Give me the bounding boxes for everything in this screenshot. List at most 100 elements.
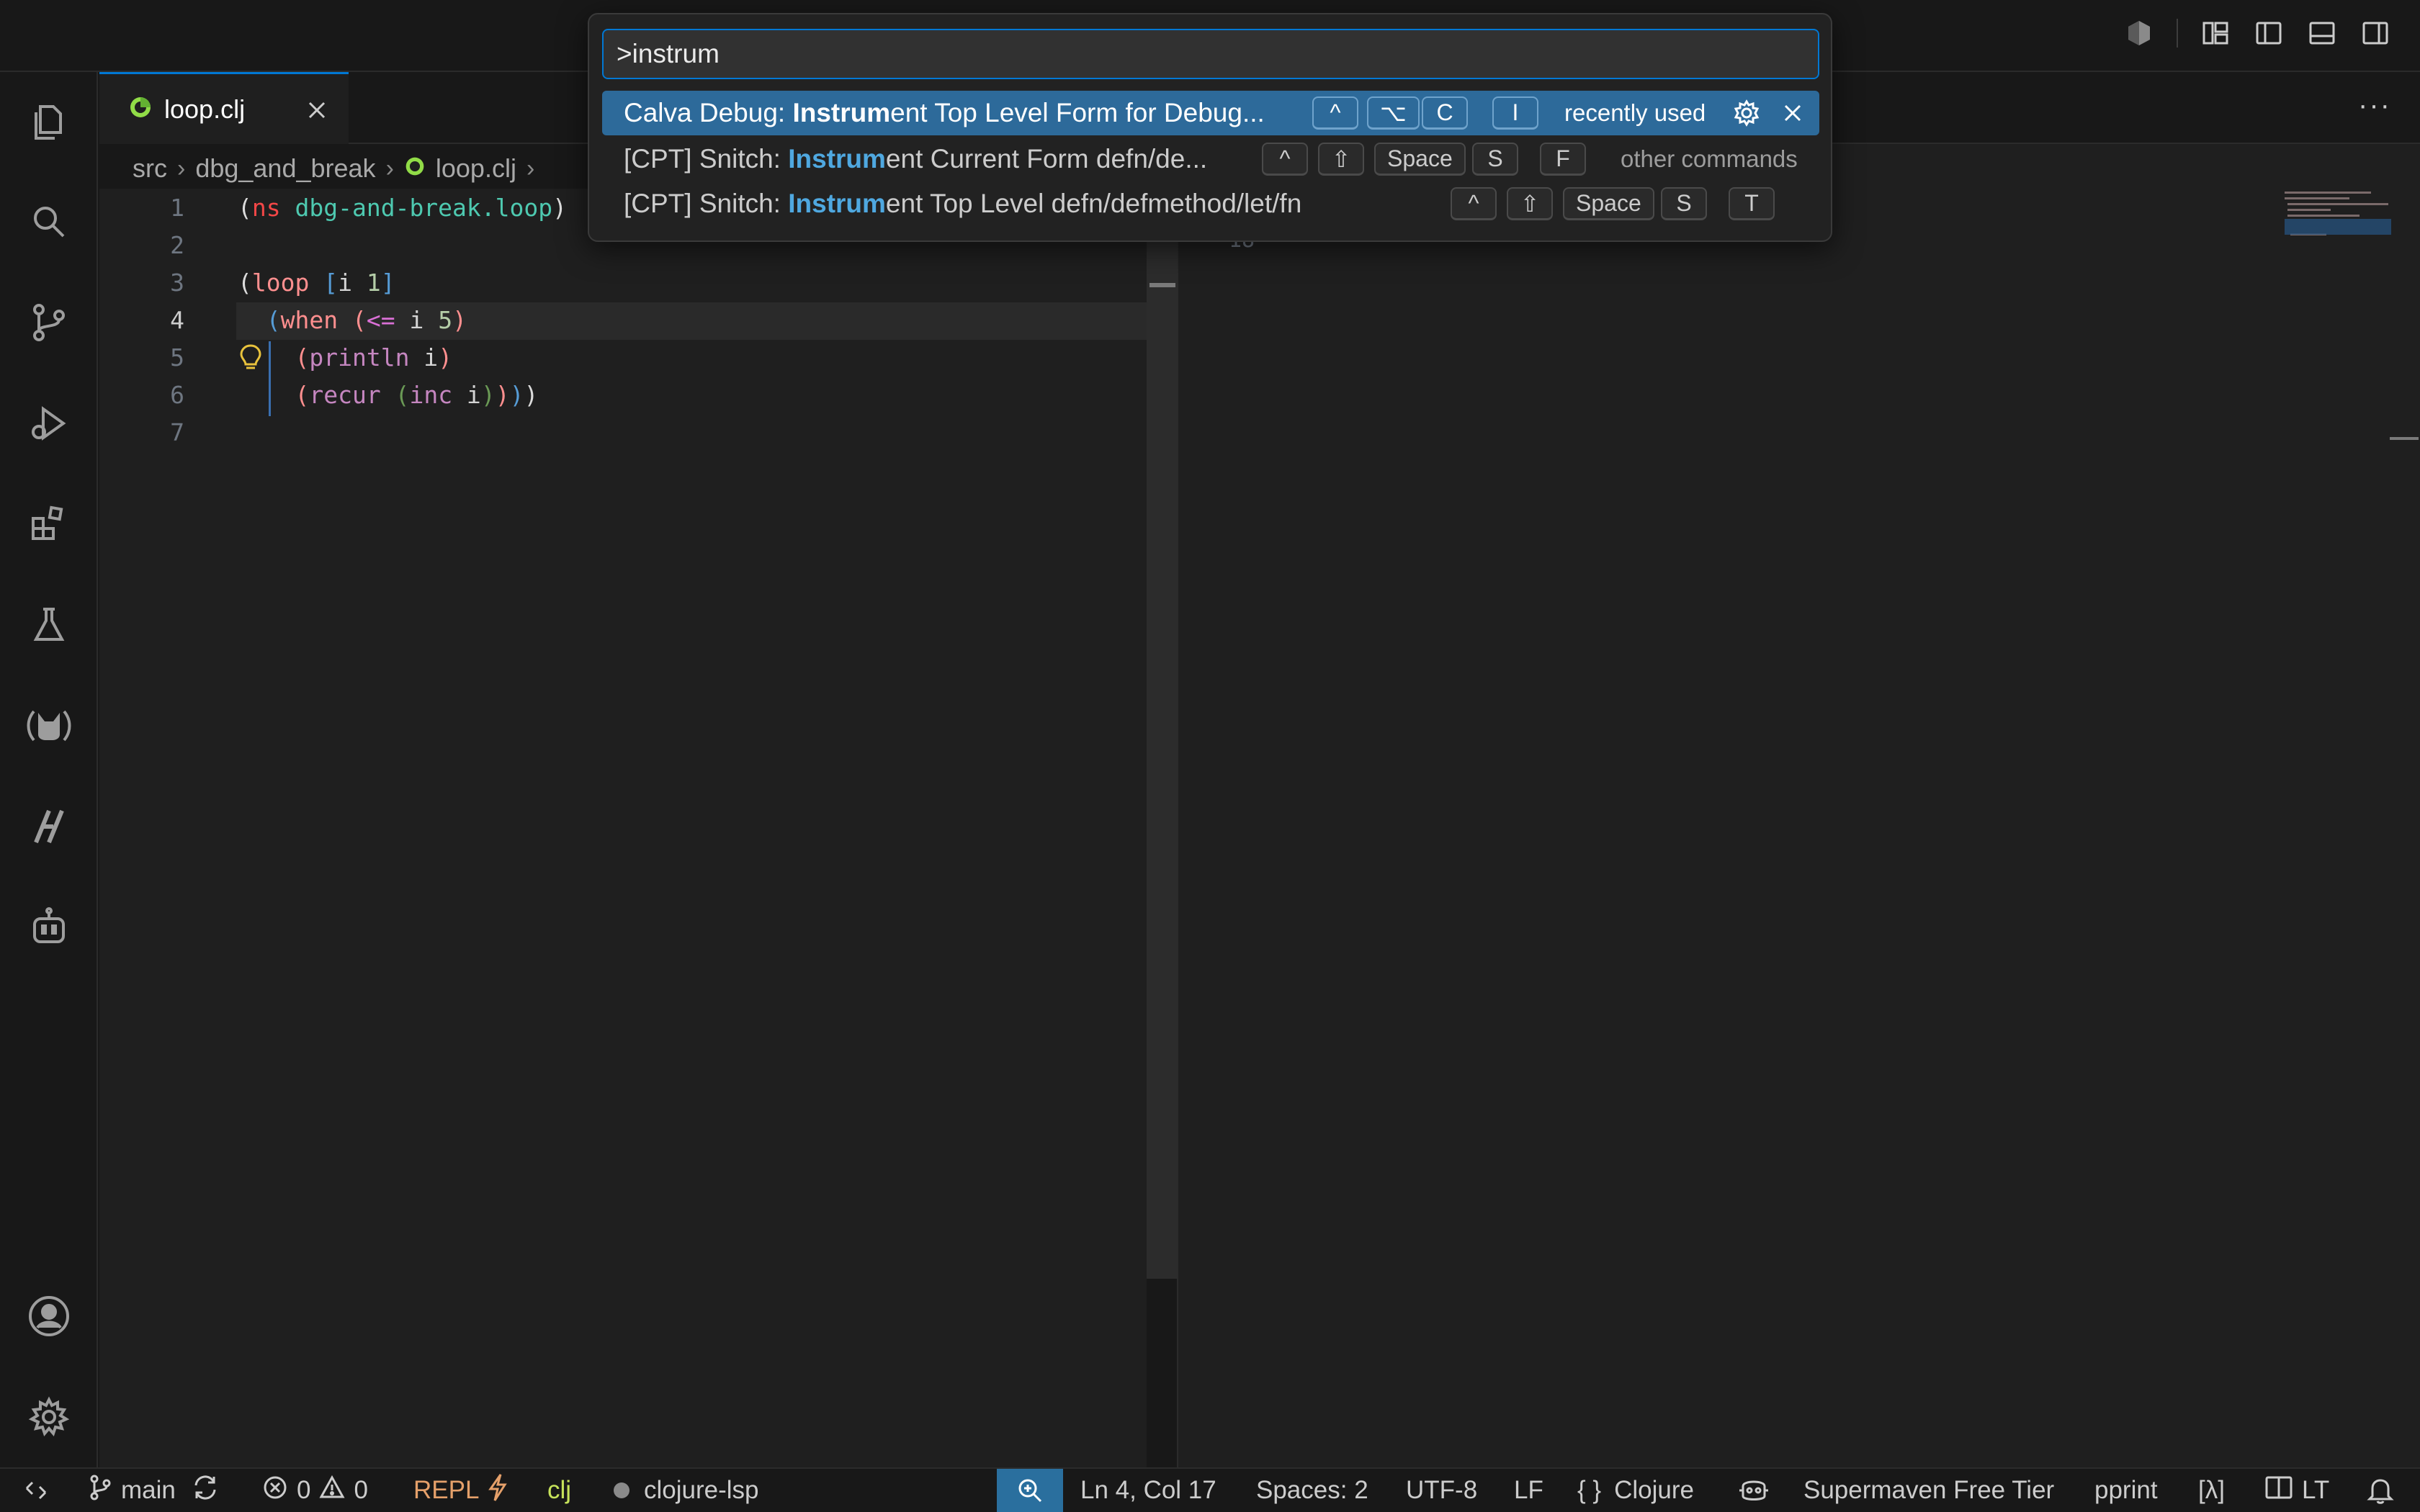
repl-label: REPL (413, 1476, 480, 1504)
zoom-icon[interactable] (997, 1469, 1063, 1512)
key-c: C (1422, 96, 1468, 130)
clj-label: clj (547, 1476, 572, 1504)
code-text: (ns dbg-and-break.loop) (238, 193, 567, 222)
key-ctrl: ^ (1451, 187, 1497, 220)
key-s: S (1661, 187, 1707, 220)
error-icon (262, 1475, 288, 1507)
gear-icon[interactable] (1730, 96, 1763, 130)
language-mode[interactable]: { } Clojure (1577, 1469, 1694, 1512)
close-icon[interactable] (1776, 96, 1809, 130)
copilot-status-icon[interactable] (1737, 1469, 1770, 1512)
lambda-status[interactable]: [λ] (2198, 1469, 2225, 1512)
end-of-line[interactable]: LF (1514, 1469, 1543, 1512)
cursor-position[interactable]: Ln 4, Col 17 (1080, 1469, 1216, 1512)
scrollbar-cursor-marker (2390, 437, 2419, 440)
extensions-icon[interactable] (0, 481, 98, 567)
code-line: 3 (loop [i 1] (99, 264, 1147, 301)
lt-label: LT (2302, 1476, 2330, 1504)
breadcrumb-src[interactable]: src (133, 153, 167, 184)
clojure-tool-icon[interactable] (0, 783, 98, 870)
clj-status[interactable]: clj (547, 1469, 571, 1512)
warning-icon (319, 1475, 346, 1507)
scrollbar-cursor-marker (1150, 283, 1175, 287)
breadcrumb: src › dbg_and_break › loop.clj › (133, 148, 534, 189)
tab-loop-clj[interactable]: loop.clj (99, 72, 349, 144)
code-editor[interactable]: 1 (ns dbg-and-break.loop) 2 3 (loop [i 1… (99, 189, 1151, 1467)
line-number: 1 (170, 193, 184, 222)
lsp-dot-icon (614, 1482, 629, 1498)
clojure-file-icon (128, 95, 153, 123)
key-option: ⌥ (1367, 96, 1420, 130)
close-icon[interactable] (302, 96, 331, 125)
line-number: 3 (170, 268, 184, 297)
code-text: (when (<= i 5) (266, 305, 467, 334)
lsp-status[interactable]: clojure-lsp (614, 1469, 759, 1512)
copilot-icon[interactable] (2123, 17, 2155, 49)
notifications-bell-icon[interactable] (2367, 1469, 2394, 1512)
key-space: Space (1374, 143, 1466, 176)
account-icon[interactable] (0, 1273, 98, 1359)
explorer-icon[interactable] (0, 78, 98, 164)
code-text: (recur (inc i)))) (295, 380, 539, 409)
command-label: Calva Debug: Instrument Top Level Form f… (624, 98, 1265, 127)
code-text: (println i) (295, 343, 453, 372)
more-actions-icon[interactable]: ··· (2358, 89, 2391, 122)
line-number: 5 (170, 343, 184, 372)
chevron-right-icon: › (385, 154, 394, 182)
copilot-chat-icon[interactable] (0, 884, 98, 971)
activity-bar (0, 72, 98, 1467)
customize-layout-icon[interactable] (2200, 17, 2231, 49)
supermaven-status[interactable]: Supermaven Free Tier (1803, 1469, 2054, 1512)
remote-indicator-icon[interactable] (0, 1469, 72, 1512)
sync-icon[interactable] (192, 1474, 219, 1508)
command-item[interactable]: [CPT] Snitch: Instrument Top Level defn/… (602, 181, 1819, 226)
calva-icon[interactable] (0, 683, 98, 769)
repl-status[interactable]: REPL (413, 1469, 508, 1512)
breadcrumb-file[interactable]: loop.clj (436, 153, 516, 184)
code-line: 7 (99, 413, 1147, 451)
toggle-primary-sidebar-icon[interactable] (2253, 17, 2285, 49)
pprint-status[interactable]: pprint (2094, 1469, 2158, 1512)
title-bar-actions (2123, 17, 2391, 49)
editor-scrollbar[interactable] (1147, 189, 1177, 1279)
error-count: 0 (297, 1476, 311, 1504)
key-ctrl: ^ (1262, 143, 1308, 176)
search-icon[interactable] (0, 179, 98, 265)
minimap-viewport[interactable] (2285, 219, 2391, 235)
clojure-file-icon (404, 153, 426, 184)
branch-status[interactable]: main (88, 1469, 219, 1512)
command-item[interactable]: Calva Debug: Instrument Top Level Form f… (602, 91, 1819, 135)
testing-icon[interactable] (0, 582, 98, 668)
key-ctrl: ^ (1312, 96, 1358, 130)
command-item[interactable]: [CPT] Snitch: Instrument Current Form de… (602, 137, 1819, 181)
command-palette-input[interactable]: >instrum (602, 29, 1819, 79)
warning-count: 0 (354, 1476, 368, 1504)
lsp-label: clojure-lsp (644, 1476, 759, 1504)
status-bar: main 0 0 REPL clj clojure-lsp Ln 4, Col … (0, 1467, 2420, 1512)
encoding[interactable]: UTF-8 (1406, 1469, 1477, 1512)
toggle-panel-icon[interactable] (2306, 17, 2338, 49)
key-s: S (1472, 143, 1518, 176)
line-number: 7 (170, 418, 184, 446)
source-control-icon[interactable] (0, 279, 98, 366)
chevron-right-icon: › (526, 154, 535, 182)
lightbulb-icon[interactable] (236, 338, 265, 376)
run-and-debug-icon[interactable] (0, 380, 98, 467)
indentation[interactable]: Spaces: 2 (1256, 1469, 1368, 1512)
key-shift: ⇧ (1507, 187, 1553, 220)
lt-status[interactable]: LT (2264, 1469, 2329, 1512)
breadcrumb-folder[interactable]: dbg_and_break (195, 153, 375, 184)
toggle-secondary-sidebar-icon[interactable] (2360, 17, 2391, 49)
key-i: I (1492, 96, 1538, 130)
key-t: T (1729, 187, 1775, 220)
code-line: 6 (recur (inc i)))) (99, 376, 1147, 413)
code-line: 4 (when (<= i 5) (99, 301, 1147, 338)
right-editor[interactable] (1178, 144, 2420, 1467)
branch-name: main (121, 1476, 176, 1504)
split-editor-icon (2264, 1475, 2293, 1507)
problems-status[interactable]: 0 0 (262, 1469, 368, 1512)
line-number: 2 (170, 230, 184, 259)
git-branch-icon (88, 1473, 112, 1508)
manage-gear-icon[interactable] (0, 1374, 98, 1460)
chevron-right-icon: › (177, 154, 186, 182)
